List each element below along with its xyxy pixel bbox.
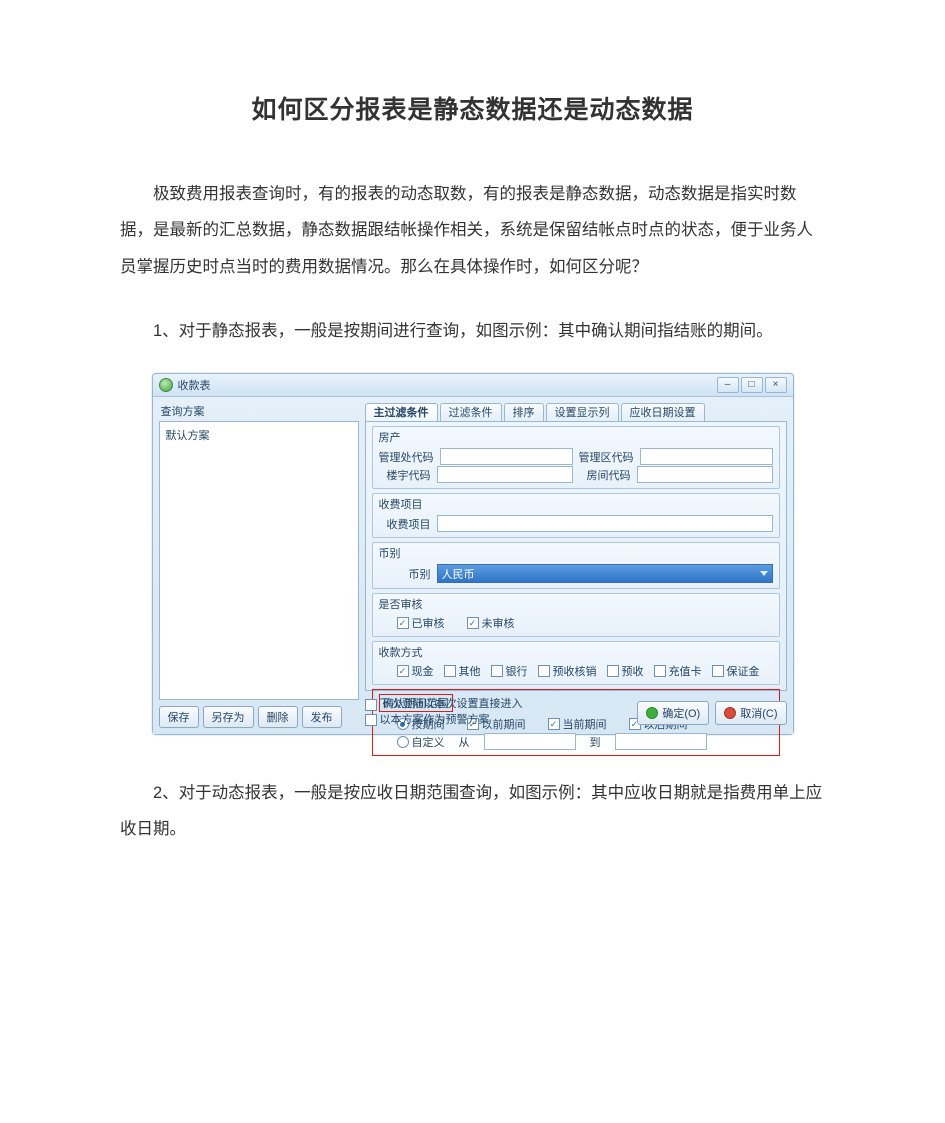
lbl-from: 从 (459, 734, 470, 750)
input-to-date[interactable] (615, 733, 707, 750)
plan-item-default[interactable]: 默认方案 (164, 426, 354, 444)
plan-list[interactable]: 默认方案 (159, 421, 359, 700)
tab-bar: 主过滤条件 过滤条件 排序 设置显示列 应收日期设置 (365, 403, 787, 421)
tab-sort[interactable]: 排序 (504, 403, 544, 422)
window-title: 收款表 (178, 377, 211, 393)
group-currency: 币别 币别 人民币 (372, 542, 780, 589)
lbl-mgmt-office: 管理处代码 (379, 449, 434, 465)
intro-paragraph: 极致费用报表查询时，有的报表的动态取数，有的报表是静态数据，动态数据是指实时数据… (120, 176, 825, 285)
tab-due-date[interactable]: 应收日期设置 (621, 403, 705, 422)
group-currency-title: 币别 (379, 545, 401, 561)
chk-other[interactable]: 其他 (444, 663, 481, 679)
input-from-date[interactable] (484, 733, 576, 750)
group-property-title: 房产 (379, 429, 401, 445)
app-window: 收款表 – □ × 查询方案 默认方案 保存 另存为 (152, 373, 794, 735)
input-mgmt-office[interactable] (440, 448, 573, 465)
group-audit: 是否审核 已审核 未审核 (372, 593, 780, 637)
save-button[interactable]: 保存 (159, 706, 199, 728)
chk-cash[interactable]: 现金 (397, 663, 434, 679)
chk-unaudited[interactable]: 未审核 (467, 615, 515, 631)
select-currency[interactable]: 人民币 (437, 564, 773, 583)
group-property: 房产 管理处代码 管理区代码 楼宇代码 房间代码 (372, 426, 780, 489)
chk-auto-enter[interactable]: 下次登陆以本次设置直接进入 (365, 697, 523, 712)
list-item-1: 1、对于静态报表，一般是按期间进行查询，如图示例：其中确认期间指结账的期间。 (120, 313, 825, 349)
ok-button[interactable]: 确定(O) (637, 701, 709, 725)
maximize-button[interactable]: □ (741, 377, 763, 393)
chk-audited[interactable]: 已审核 (397, 615, 445, 631)
close-button[interactable]: × (765, 377, 787, 393)
cancel-button[interactable]: 取消(C) (715, 701, 786, 725)
group-pay-method: 收款方式 现金 其他 银行 预收核销 预收 充值卡 保证金 (372, 641, 780, 685)
tab-filter[interactable]: 过滤条件 (440, 403, 502, 422)
chevron-down-icon (760, 571, 768, 576)
tab-main-filter[interactable]: 主过滤条件 (365, 403, 438, 422)
chk-prepay[interactable]: 预收 (607, 663, 644, 679)
input-fee-item[interactable] (437, 515, 773, 532)
chk-prepay-offset[interactable]: 预收核销 (538, 663, 597, 679)
input-mgmt-area[interactable] (640, 448, 773, 465)
delete-button[interactable]: 删除 (258, 706, 298, 728)
group-fee-item: 收费项目 收费项目 (372, 493, 780, 538)
group-fee-title: 收费项目 (379, 496, 423, 512)
lbl-to: 到 (590, 734, 601, 750)
query-plan-title: 查询方案 (161, 403, 359, 419)
chk-bank[interactable]: 银行 (491, 663, 528, 679)
chk-alert-plan[interactable]: 以本方案作为预警方案 (365, 713, 490, 728)
radio-custom[interactable]: 自定义 (397, 734, 445, 750)
group-pay-title: 收款方式 (379, 644, 423, 660)
chk-card[interactable]: 充值卡 (654, 663, 702, 679)
lbl-mgmt-area: 管理区代码 (579, 449, 634, 465)
minimize-button[interactable]: – (717, 377, 739, 393)
chk-deposit[interactable]: 保证金 (712, 663, 760, 679)
window-titlebar: 收款表 – □ × (153, 374, 793, 397)
input-building[interactable] (437, 466, 573, 483)
lbl-fee-item: 收费项目 (379, 516, 431, 532)
check-icon (646, 707, 658, 719)
cancel-icon (724, 707, 736, 719)
lbl-currency: 币别 (379, 566, 431, 582)
list-item-2: 2、对于动态报表，一般是按应收日期范围查询，如图示例：其中应收日期就是指费用单上… (120, 775, 825, 848)
group-audit-title: 是否审核 (379, 596, 423, 612)
select-currency-value: 人民币 (442, 566, 475, 582)
input-room[interactable] (637, 466, 773, 483)
save-as-button[interactable]: 另存为 (203, 706, 254, 728)
lbl-room: 房间代码 (579, 467, 631, 483)
lbl-building: 楼宇代码 (379, 467, 431, 483)
dialog-footer: 下次登陆以本次设置直接进入 以本方案作为预警方案 确定(O) 取消(C) (365, 697, 787, 728)
app-icon (159, 378, 173, 392)
page-title: 如何区分报表是静态数据还是动态数据 (120, 90, 825, 126)
tab-columns[interactable]: 设置显示列 (546, 403, 619, 422)
embedded-screenshot: 收款表 – □ × 查询方案 默认方案 保存 另存为 (120, 373, 825, 735)
document-page: 如何区分报表是静态数据还是动态数据 极致费用报表查询时，有的报表的动态取数，有的… (0, 0, 945, 932)
publish-button[interactable]: 发布 (302, 706, 342, 728)
